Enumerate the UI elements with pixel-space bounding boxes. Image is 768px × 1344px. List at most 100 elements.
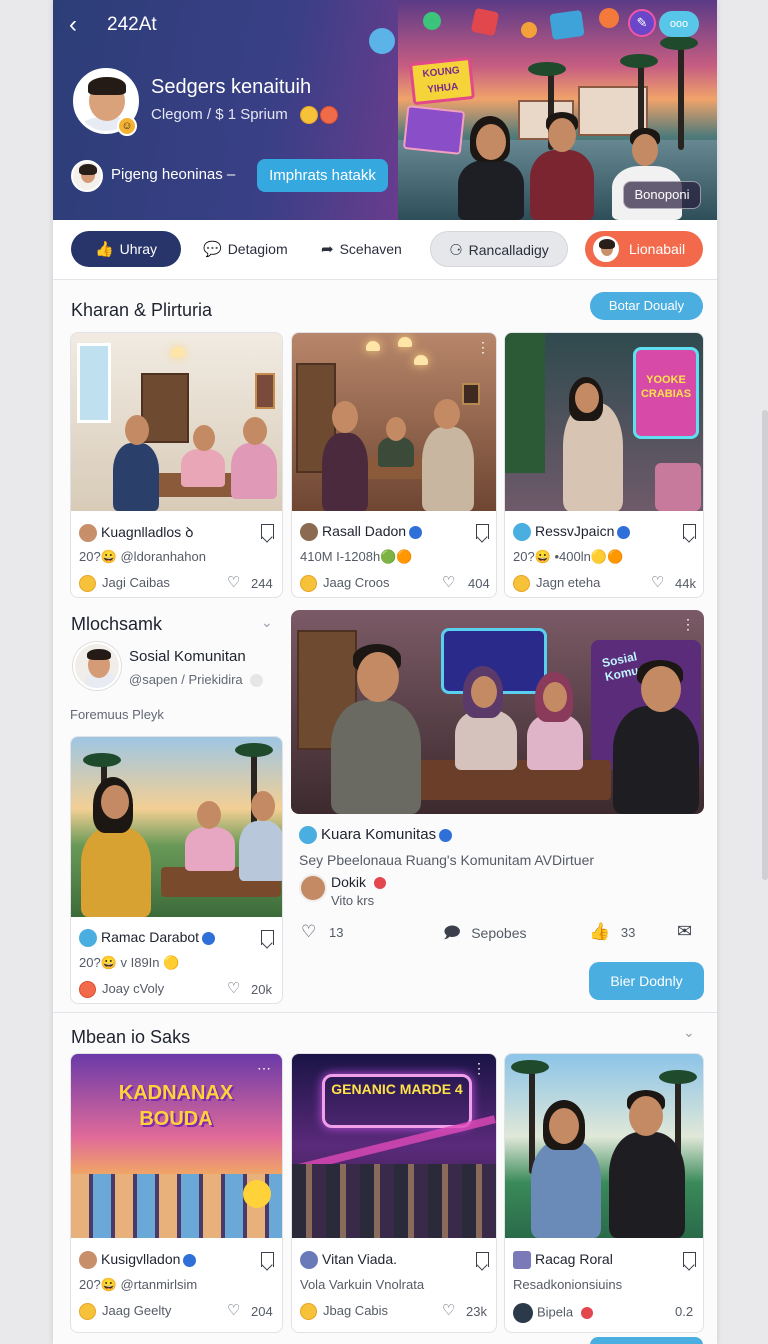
comment-button[interactable]: 🗩 Sepobes [443,922,527,949]
sticker-icon [250,674,264,688]
person-illustration [613,706,699,814]
section-label: Foremuus Pleyk [70,707,164,722]
lamp-illustration [398,337,412,347]
person-face [332,401,358,433]
thumbs-up-icon: 👍 [94,241,114,258]
chevron-down-icon[interactable]: ⌄ [683,1024,695,1041]
like-button[interactable]: 👍 Uhray [71,231,181,267]
person-face [434,399,460,429]
post-meta: 20?😀 v I89In 🟡 [79,955,180,970]
header-cta-button[interactable]: Imphrats hatakk [257,159,388,192]
member-avatar[interactable] [71,160,103,192]
smile-emoji-icon [300,106,318,124]
edit-button[interactable]: ✎ [628,9,656,37]
palm-frond [528,62,566,76]
heart-icon[interactable]: ♡ [227,573,240,591]
palm-frond [83,753,121,767]
smile-emoji-icon [300,1303,317,1321]
more-dots-icon[interactable]: ⋯ [257,1060,272,1077]
footer-text: Jaag Geelty [102,1303,172,1318]
community-name: Sosial Komunitan [129,648,246,665]
bottom-action-button[interactable] [590,1337,703,1344]
featured-post[interactable]: Sosial Komun ⋮ Kuara Komunitas Sey Pbeel… [291,610,704,1004]
post-card[interactable]: Racag Roral Resadkonionsiuins Bipela 0.2 [504,1053,704,1333]
share-arrow-icon: ➦ [321,241,334,258]
author-avatar [300,523,318,542]
person-face [575,383,599,413]
like-count: 13 [328,925,344,940]
discuss-button[interactable]: 💬 Detagiom [203,231,293,267]
person-illustration [378,437,414,467]
post-card[interactable]: Kuagnlladlos ꝺ 20?😀 @ldoranhahon Jagi Ca… [70,332,283,598]
lamp-illustration [171,347,185,357]
verified-badge-icon [439,828,453,842]
back-button[interactable]: ‹ [69,13,93,38]
palm-frond [660,36,698,50]
plant-wall-illustration [505,333,545,473]
community-avatar[interactable] [73,642,121,690]
lamp-illustration [414,355,428,365]
author-avatar[interactable] [299,874,327,902]
heart-icon[interactable]: ♡ [442,1301,455,1319]
like-count: 244 [251,576,273,591]
recommend-label: Rancalladigy [468,242,549,258]
person-face [632,134,658,166]
floating-photo [549,9,585,41]
more-pill-button[interactable]: ooo [659,11,699,37]
scene-tag-button[interactable]: Bonoponi [623,181,701,209]
bookmark-icon[interactable] [476,524,489,539]
recommend-button[interactable]: ⚆ Rancalladigy [430,231,568,267]
post-meta: 20?😀 @rtanmirlsim [79,1277,198,1292]
community-handle-text: @sapen / Priekidira [129,672,243,687]
like-count: 23k [466,1304,487,1319]
bookmark-icon[interactable] [476,1252,489,1267]
like-button[interactable]: ♡ 13 [301,922,343,942]
person-face [357,652,399,702]
person-face [197,801,221,829]
thumbs-up-button[interactable]: 👍 33 [589,922,635,942]
chevron-down-icon[interactable]: ⌄ [261,614,273,631]
bookmark-icon[interactable] [683,1252,696,1267]
post-card[interactable]: KADNANAX BOUDA ⋯ Kusigvlladon 20?😀 @rtan… [70,1053,283,1333]
member-link[interactable]: Pigeng heoninas – [111,166,235,183]
person-illustration [458,160,524,220]
frame-illustration [255,373,275,409]
heart-icon[interactable]: ♡ [227,1301,240,1319]
more-dots-icon[interactable]: ⋮ [681,616,696,633]
heart-icon[interactable]: ♡ [651,573,664,591]
bookmark-icon[interactable] [683,524,696,539]
palm-tree [678,40,684,150]
join-button[interactable]: Lionabail [585,231,703,267]
person-illustration [531,1140,601,1238]
smile-emoji-icon [79,575,96,593]
post-card[interactable]: ⋮ Rasall Dadon 410M I-1208h🟢🟠 Jaag Croos… [291,332,497,598]
author-avatar [79,1251,97,1270]
bookmark-icon[interactable] [261,524,274,539]
smile-emoji-icon [513,575,530,593]
section-follow-button[interactable]: Botar Doualy [590,292,703,320]
author-name: Rasall Dadon [322,523,407,539]
laugh-emoji-icon [320,106,338,124]
bookmark-icon[interactable] [261,930,274,945]
heart-icon[interactable]: ♡ [442,573,455,591]
post-card[interactable]: YOOKE CRABIAS RessvJpaicn 20?😀 •400ln🟡🟠 … [504,332,704,598]
mail-icon[interactable]: ✉ [677,921,692,942]
page-title: 242At [107,14,157,35]
post-card[interactable]: Ramac Darabot 20?😀 v I89In 🟡 Joay cVoly … [70,736,283,1004]
scrollbar-thumb[interactable] [762,410,768,880]
profile-subtitle: Clegom / $ 1 Sprium [151,106,288,123]
heart-icon[interactable]: ♡ [227,979,240,997]
smile-emoji-icon [79,1303,96,1321]
person-illustration [422,427,474,511]
more-dots-icon[interactable]: ⋮ [472,1060,487,1077]
featured-follow-button[interactable]: Bier Dodnly [589,962,704,1000]
share-button[interactable]: ➦ Scehaven [321,231,431,267]
verified-badge-icon [409,525,423,539]
section-divider [53,1012,717,1013]
post-card[interactable]: GENANIC MARDE 4 ⋮ Vitan Viada. Vola Vark… [291,1053,497,1333]
person-illustration [455,710,517,770]
more-dots-icon[interactable]: ⋮ [476,339,491,356]
bookmark-icon[interactable] [261,1252,274,1267]
person-illustration [231,443,277,499]
like-count: 44k [675,576,696,591]
